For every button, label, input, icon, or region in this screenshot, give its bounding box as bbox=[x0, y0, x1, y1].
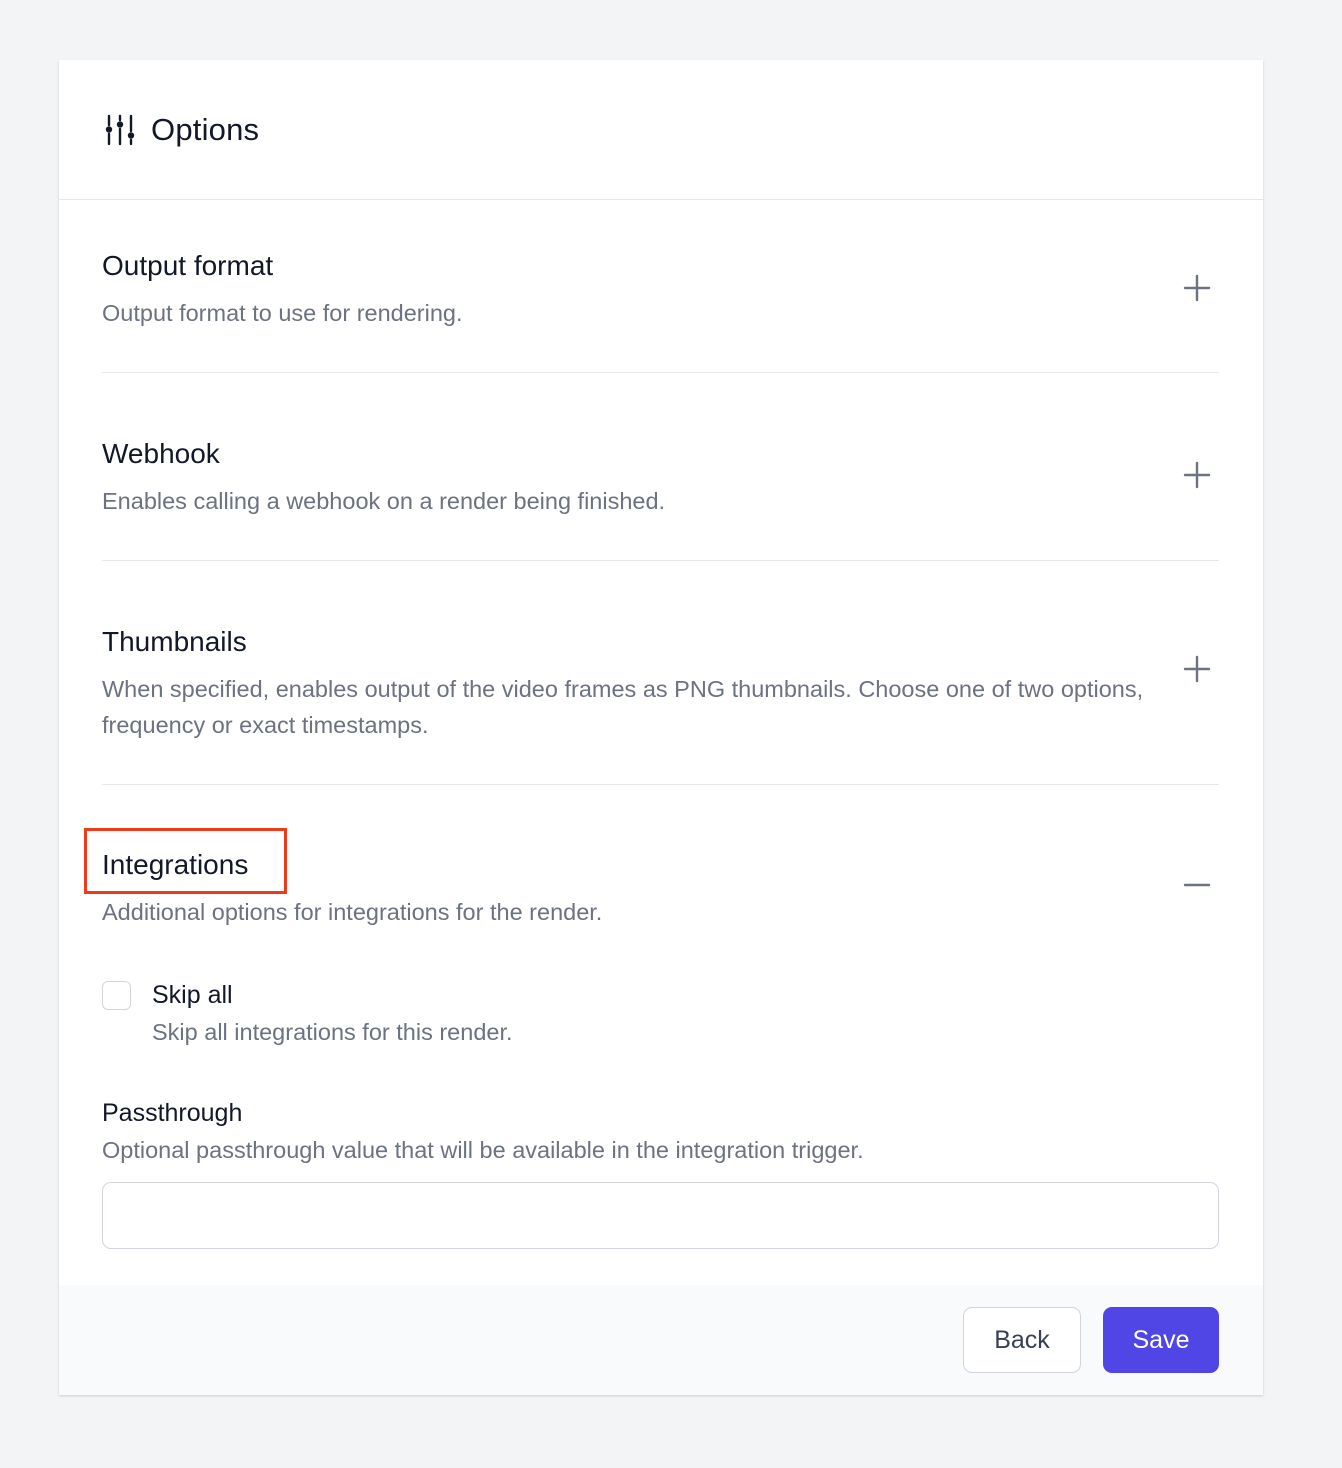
card-header: Options bbox=[59, 60, 1263, 200]
section-title: Integrations bbox=[102, 849, 249, 880]
options-card: Options Output format Output format to u… bbox=[59, 60, 1263, 1395]
page-title: Options bbox=[151, 111, 260, 147]
sliders-icon bbox=[105, 114, 135, 145]
back-button[interactable]: Back bbox=[963, 1307, 1081, 1373]
plus-icon[interactable] bbox=[1175, 266, 1219, 310]
section-description: Enables calling a webhook on a render be… bbox=[102, 488, 666, 514]
skip-all-row: Skip all Skip all integrations for this … bbox=[102, 978, 1219, 1050]
skip-all-label: Skip all bbox=[152, 981, 233, 1009]
section-description: When specified, enables output of the vi… bbox=[102, 676, 1144, 738]
integrations-title-wrap: Integrations bbox=[84, 828, 287, 894]
minus-icon[interactable] bbox=[1175, 863, 1219, 907]
passthrough-label: Passthrough bbox=[102, 1099, 243, 1127]
section-description: Output format to use for rendering. bbox=[102, 300, 463, 326]
section-title: Output format bbox=[102, 250, 274, 281]
skip-all-description: Skip all integrations for this render. bbox=[152, 1019, 513, 1045]
section-title: Webhook bbox=[102, 438, 220, 469]
section-thumbnails: Thumbnails When specified, enables outpu… bbox=[102, 561, 1219, 785]
card-footer: Back Save bbox=[59, 1285, 1263, 1395]
skip-all-checkbox[interactable] bbox=[102, 981, 131, 1010]
passthrough-description: Optional passthrough value that will be … bbox=[102, 1137, 864, 1163]
section-webhook: Webhook Enables calling a webhook on a r… bbox=[102, 373, 1219, 561]
save-button[interactable]: Save bbox=[1103, 1307, 1219, 1373]
section-output-format: Output format Output format to use for r… bbox=[102, 200, 1219, 373]
section-title: Thumbnails bbox=[102, 626, 247, 657]
plus-icon[interactable] bbox=[1175, 453, 1219, 497]
section-integrations: Integrations Additional options for inte… bbox=[84, 785, 1219, 1249]
options-sections: Output format Output format to use for r… bbox=[59, 200, 1263, 1249]
plus-icon[interactable] bbox=[1175, 647, 1219, 691]
passthrough-input[interactable] bbox=[102, 1182, 1219, 1249]
section-description: Additional options for integrations for … bbox=[102, 899, 603, 925]
